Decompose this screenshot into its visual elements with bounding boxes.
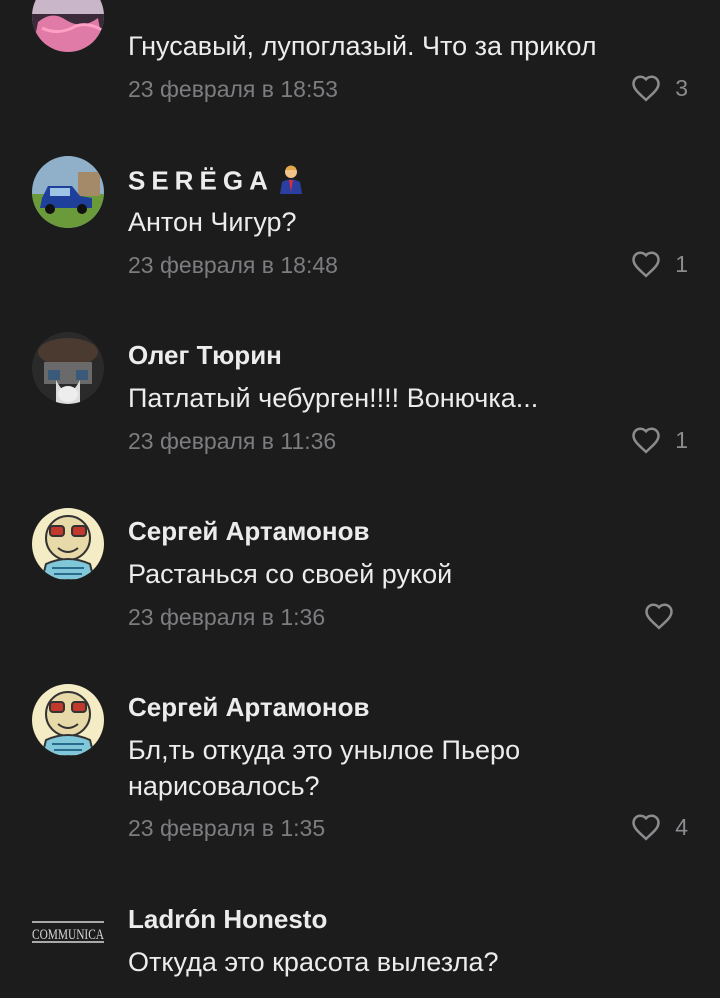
heart-outline-icon — [632, 814, 660, 841]
like-button[interactable]: 1 — [631, 250, 688, 278]
comment-author[interactable]: Ladrón Honesto — [128, 904, 327, 935]
avatar[interactable] — [32, 684, 104, 756]
cartoon-character-avatar — [32, 508, 104, 580]
avatar[interactable] — [32, 0, 104, 52]
like-button[interactable]: 1 — [631, 426, 688, 454]
comment-text: Откуда это красота вылезла? — [128, 947, 499, 977]
comment-author[interactable]: Сергей Артамонов — [128, 692, 369, 723]
communica-logo-avatar: COMMUNICA — [32, 896, 104, 968]
comment-author[interactable]: Сергей Артамонов — [128, 516, 369, 547]
like-count: 1 — [675, 426, 688, 453]
comment-text: Антон Чигур? — [128, 207, 297, 237]
like-button[interactable]: 3 — [631, 74, 688, 102]
comment-date: 23 февраля в 18:53 — [128, 76, 338, 102]
like-count: 3 — [675, 74, 688, 101]
heart-outline-icon — [645, 603, 673, 630]
comment-text: Бл,ть откуда это унылое Пьеро нарисовало… — [128, 735, 521, 801]
comment-date: 23 февраля в 18:48 — [128, 252, 338, 278]
avatar[interactable] — [32, 156, 104, 228]
comment-text: Гнусавый, лупоглазый. Что за прикол — [128, 31, 597, 61]
comment-author[interactable]: Олег Тюрин — [128, 340, 282, 371]
heart-outline-icon — [632, 75, 660, 102]
blue-car-avatar — [32, 156, 104, 228]
comment-date: 23 февраля в 1:35 — [128, 815, 326, 841]
comment-date: 23 февраля в 1:36 — [128, 604, 326, 630]
pink-landscape-avatar — [32, 0, 104, 52]
businessman-emoji-icon — [278, 164, 304, 201]
comment-date: 23 февраля в 11:36 — [128, 428, 337, 454]
cartoon-character-avatar — [32, 684, 104, 756]
avatar[interactable]: COMMUNICA — [32, 896, 104, 968]
heart-outline-icon — [632, 251, 660, 278]
communica-logo-text: COMMUNICA — [32, 927, 104, 943]
avatar[interactable] — [32, 508, 104, 580]
like-count: 4 — [675, 813, 688, 840]
like-count: 1 — [675, 250, 688, 277]
avatar[interactable] — [32, 332, 104, 404]
comment-author[interactable]: SERЁGA — [128, 164, 304, 201]
comment-text: Патлатый чебурген!!!! Вонючка... — [128, 383, 539, 413]
masked-face-avatar — [32, 332, 104, 404]
like-button[interactable] — [644, 602, 688, 630]
like-button[interactable]: 4 — [631, 813, 688, 841]
heart-outline-icon — [632, 427, 660, 454]
comment-text: Растанься со своей рукой — [128, 559, 453, 589]
